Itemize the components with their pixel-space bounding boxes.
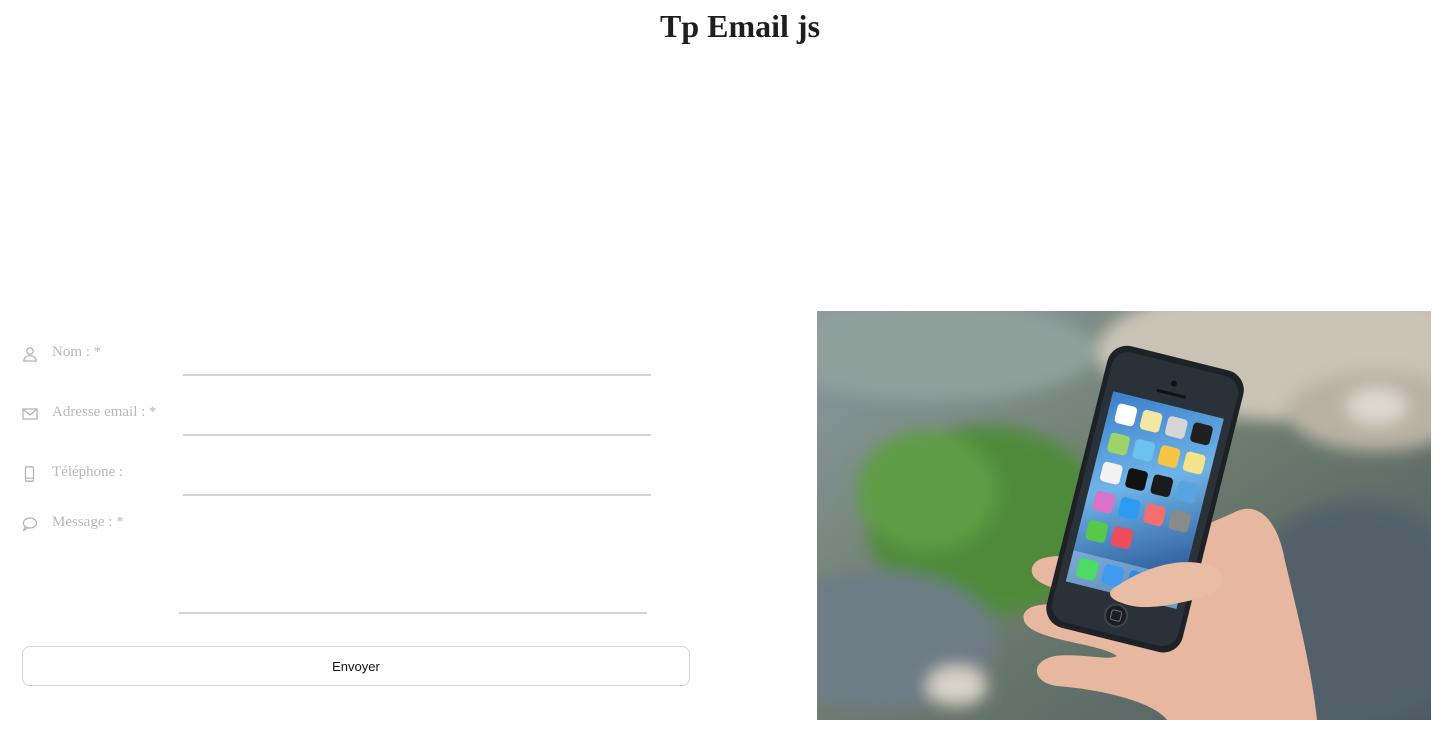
email-field-row: Adresse email : * [22,404,662,446]
page-title: Tp Email js [659,8,821,44]
name-input[interactable] [183,346,651,376]
phone-label: Téléphone : [52,464,124,480]
user-icon [23,347,37,362]
submit-button[interactable]: Envoyer [22,646,690,686]
message-textarea[interactable] [179,528,647,614]
hand-holding-smartphone-photo [817,311,1431,720]
email-label: Adresse email : * [52,404,157,420]
phone-input[interactable] [183,466,651,496]
phone-icon [24,466,35,482]
photo-illustration [817,311,1431,720]
name-field-row: Nom : * [22,344,662,386]
speech-bubble-icon [22,517,38,532]
page: Tp Email js Nom : * Adresse email : * Té… [0,0,1450,746]
name-label: Nom : * [52,344,102,360]
message-label: Message : * [52,514,124,530]
phone-field-row: Téléphone : [22,464,662,506]
email-input[interactable] [183,406,651,436]
envelope-icon [22,408,38,420]
